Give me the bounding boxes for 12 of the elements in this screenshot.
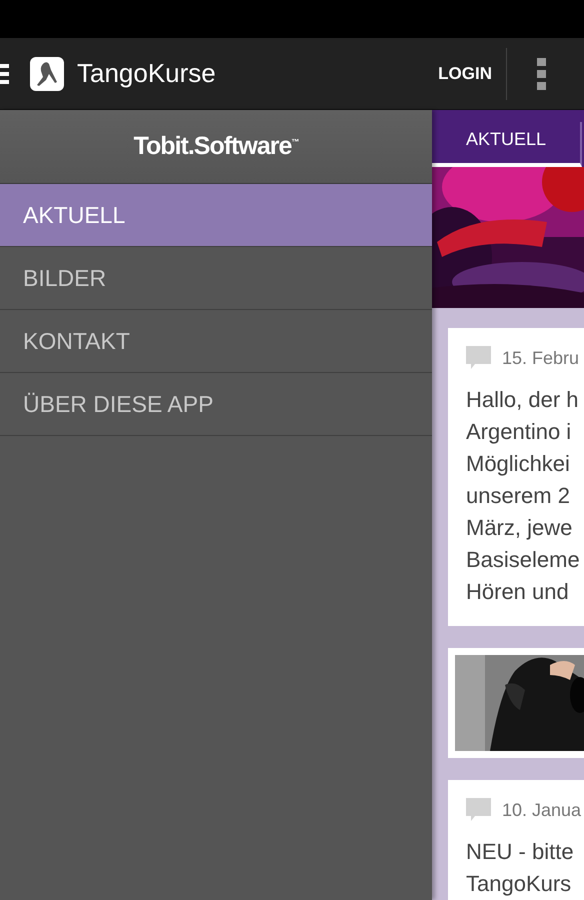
comment-icon <box>466 346 491 370</box>
app-title: TangoKurse <box>77 58 217 89</box>
post-date: 15. Febru <box>502 348 580 368</box>
comment-icon <box>466 798 491 822</box>
post-text: NEU - bitte TangoKurs <box>466 838 575 898</box>
drawer-item[interactable]: AKTUELL <box>0 184 432 247</box>
post-text: Hallo, der h Argentino i Möglichkei unserem 2 März, jewe Basiseleme Hören und <box>466 386 581 606</box>
logo: Tobit.Software$^{™}$ <box>134 132 298 161</box>
overflow-menu-icon[interactable] <box>537 58 546 90</box>
post-date: 10. Janua <box>502 800 582 820</box>
login-button[interactable]: LOGIN <box>424 48 507 100</box>
menu-icon[interactable] <box>0 62 9 84</box>
